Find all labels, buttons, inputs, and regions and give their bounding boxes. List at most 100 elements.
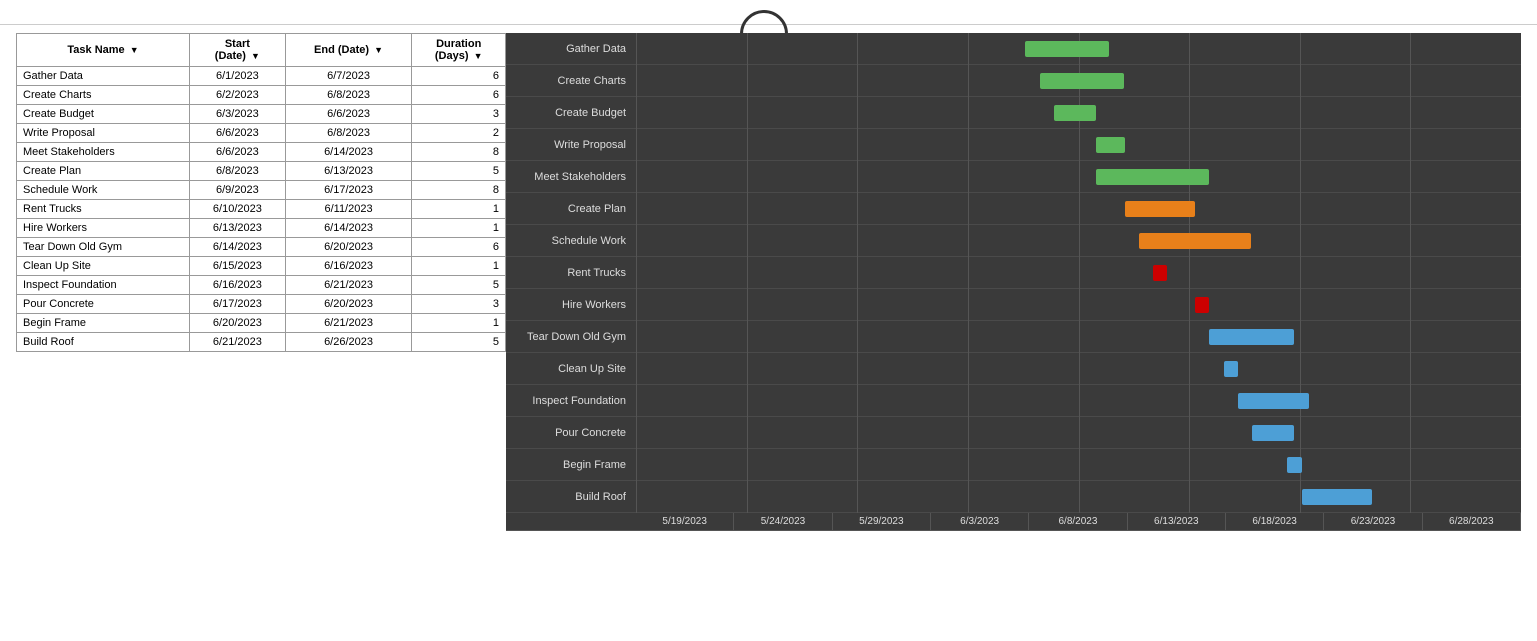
gantt-bar <box>1054 105 1096 121</box>
task-end-cell: 6/8/2023 <box>285 124 412 143</box>
filter-icon-start[interactable]: ▼ <box>251 51 260 61</box>
gantt-grid-line <box>1410 385 1411 417</box>
gantt-bar <box>1287 457 1301 473</box>
col-header-start[interactable]: Start(Date) ▼ <box>190 34 286 67</box>
gantt-grid-line <box>1079 161 1080 193</box>
task-duration-cell: 6 <box>412 67 506 86</box>
gantt-grid-line <box>857 161 858 193</box>
gantt-grid-line <box>1300 481 1301 513</box>
gantt-grid-line <box>1410 97 1411 129</box>
gantt-row-bars <box>636 161 1521 193</box>
gantt-row: Hire Workers <box>506 289 1521 321</box>
filter-icon-end[interactable]: ▼ <box>374 45 383 55</box>
gantt-grid-line <box>747 225 748 257</box>
gantt-grid-line <box>968 129 969 161</box>
gantt-grid-line <box>857 225 858 257</box>
gantt-grid-line <box>747 417 748 449</box>
gantt-grid-line <box>1189 481 1190 513</box>
task-end-cell: 6/13/2023 <box>285 162 412 181</box>
gantt-grid-line <box>636 65 637 97</box>
task-name-cell: Create Budget <box>17 105 190 124</box>
gantt-grid-line <box>636 129 637 161</box>
gantt-row-label: Clean Up Site <box>506 363 636 375</box>
gantt-date-label: 6/3/2023 <box>931 513 1029 530</box>
gantt-date-label: 5/29/2023 <box>833 513 931 530</box>
task-name-cell: Clean Up Site <box>17 257 190 276</box>
gantt-row-bars <box>636 225 1521 257</box>
gantt-bar <box>1096 169 1208 185</box>
gantt-bar <box>1040 73 1124 89</box>
task-duration-cell: 1 <box>412 219 506 238</box>
table-row: Write Proposal 6/6/2023 6/8/2023 2 <box>17 124 506 143</box>
gantt-row: Pour Concrete <box>506 417 1521 449</box>
gantt-bar <box>1125 201 1196 217</box>
gantt-row-bars <box>636 449 1521 481</box>
gantt-row-bars <box>636 129 1521 161</box>
col-header-task[interactable]: Task Name ▼ <box>17 34 190 67</box>
task-start-cell: 6/3/2023 <box>190 105 286 124</box>
task-start-cell: 6/17/2023 <box>190 295 286 314</box>
gantt-grid-line <box>636 193 637 225</box>
gantt-grid-line <box>1300 161 1301 193</box>
task-start-cell: 6/6/2023 <box>190 143 286 162</box>
gantt-grid-line <box>636 289 637 321</box>
task-duration-cell: 3 <box>412 295 506 314</box>
gantt-grid-line <box>1189 97 1190 129</box>
table-row: Tear Down Old Gym 6/14/2023 6/20/2023 6 <box>17 238 506 257</box>
task-start-cell: 6/9/2023 <box>190 181 286 200</box>
task-table: Task Name ▼ Start(Date) ▼ End (Date) ▼ D… <box>16 33 506 352</box>
gantt-bar <box>1224 361 1238 377</box>
gantt-row-label: Create Charts <box>506 75 636 87</box>
gantt-grid-line <box>968 161 969 193</box>
main-content: Task Name ▼ Start(Date) ▼ End (Date) ▼ D… <box>0 33 1537 531</box>
gantt-date-label: 6/8/2023 <box>1029 513 1127 530</box>
task-duration-cell: 5 <box>412 276 506 295</box>
gantt-grid-line <box>1300 129 1301 161</box>
gantt-grid-line <box>1410 353 1411 385</box>
gantt-row-bars <box>636 193 1521 225</box>
gantt-row-label: Write Proposal <box>506 139 636 151</box>
task-duration-cell: 8 <box>412 143 506 162</box>
gantt-chart: Gather DataCreate ChartsCreate BudgetWri… <box>506 33 1521 531</box>
task-duration-cell: 1 <box>412 257 506 276</box>
filter-icon-task[interactable]: ▼ <box>130 45 139 55</box>
gantt-row: Create Charts <box>506 65 1521 97</box>
gantt-grid-line <box>1079 417 1080 449</box>
gantt-grid-line <box>636 257 637 289</box>
gantt-grid-line <box>1079 353 1080 385</box>
gantt-grid-line <box>1300 257 1301 289</box>
task-name-cell: Pour Concrete <box>17 295 190 314</box>
gantt-grid-line <box>1410 193 1411 225</box>
gantt-bar <box>1139 233 1251 249</box>
gantt-grid-line <box>968 353 969 385</box>
task-name-cell: Inspect Foundation <box>17 276 190 295</box>
gantt-bar <box>1025 41 1109 57</box>
gantt-date-label: 6/28/2023 <box>1423 513 1521 530</box>
gantt-bar <box>1252 425 1294 441</box>
gantt-grid-line <box>857 257 858 289</box>
gantt-row-bars <box>636 321 1521 353</box>
task-end-cell: 6/21/2023 <box>285 314 412 333</box>
filter-icon-duration[interactable]: ▼ <box>474 51 483 61</box>
gantt-row: Rent Trucks <box>506 257 1521 289</box>
col-header-end[interactable]: End (Date) ▼ <box>285 34 412 67</box>
gantt-grid-line <box>747 449 748 481</box>
gantt-grid-line <box>857 353 858 385</box>
task-end-cell: 6/14/2023 <box>285 143 412 162</box>
gantt-row-bars <box>636 385 1521 417</box>
task-start-cell: 6/20/2023 <box>190 314 286 333</box>
gantt-body: Gather DataCreate ChartsCreate BudgetWri… <box>506 33 1521 513</box>
table-row: Pour Concrete 6/17/2023 6/20/2023 3 <box>17 295 506 314</box>
gantt-row-bars <box>636 97 1521 129</box>
gantt-grid-line <box>636 385 637 417</box>
gantt-grid-line <box>857 129 858 161</box>
gantt-grid-line <box>857 33 858 65</box>
gantt-grid-line <box>1410 257 1411 289</box>
gantt-grid-line <box>1410 65 1411 97</box>
gantt-grid-line <box>747 193 748 225</box>
gantt-grid-line <box>1300 353 1301 385</box>
col-header-duration[interactable]: Duration(Days) ▼ <box>412 34 506 67</box>
task-start-cell: 6/21/2023 <box>190 333 286 352</box>
task-start-cell: 6/1/2023 <box>190 67 286 86</box>
gantt-grid-line <box>1300 97 1301 129</box>
